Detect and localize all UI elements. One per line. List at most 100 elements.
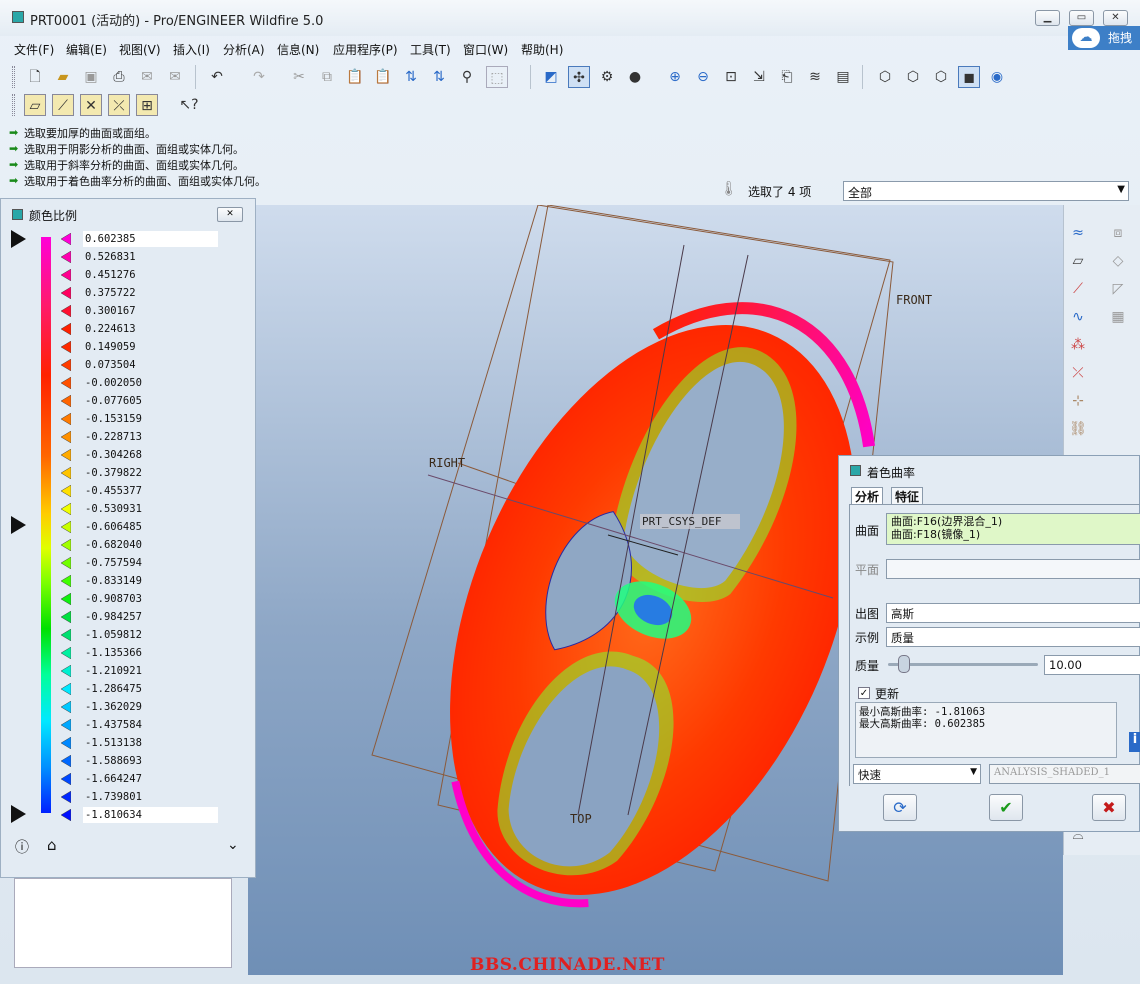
display-select[interactable]: 质量 [886, 627, 1140, 647]
csys-icon[interactable]: ⤫ [1066, 361, 1090, 385]
scale-pointer-middle[interactable] [11, 516, 26, 534]
pattern-icon[interactable]: ▦ [1106, 305, 1130, 329]
update-checkbox[interactable]: ✓ [858, 687, 870, 699]
tab-feature[interactable]: 特征 [891, 487, 924, 505]
repaint-icon[interactable]: ◩ [540, 66, 562, 88]
scale-tick-marker[interactable] [61, 377, 71, 389]
scale-pointer-top[interactable] [11, 230, 26, 248]
scale-tick-marker[interactable] [61, 575, 71, 587]
scale-tick-marker[interactable] [61, 467, 71, 479]
scale-tick-marker[interactable] [61, 557, 71, 569]
scale-pointer-bottom[interactable] [11, 805, 26, 823]
spin-center-icon[interactable]: ✣ [568, 66, 590, 88]
quality-slider-thumb[interactable] [898, 655, 910, 673]
copy-icon[interactable]: ⧉ [316, 66, 338, 88]
context-help-icon[interactable]: ↖? [178, 94, 200, 116]
scale-close-button[interactable]: ✕ [217, 207, 243, 222]
quality-value-input[interactable]: 10.00 [1044, 655, 1140, 675]
selection-filter-dropdown[interactable]: 全部 ▼ [843, 181, 1129, 201]
scale-tick-marker[interactable] [61, 323, 71, 335]
paste-icon[interactable]: 📋 [344, 66, 366, 88]
new-file-icon[interactable]: 🗋 [24, 66, 46, 88]
undo-icon[interactable]: ↶ [206, 66, 228, 88]
datum-axis-icon[interactable]: ⟋ [1066, 277, 1090, 301]
plane-collector[interactable] [886, 559, 1140, 579]
datum-axis-display-icon[interactable]: ⟋ [52, 94, 74, 116]
scale-tick-marker[interactable] [61, 701, 71, 713]
annotation-display-icon[interactable]: ⊞ [136, 94, 158, 116]
scale-value[interactable]: -1.810634 [83, 807, 218, 823]
quality-slider-track[interactable] [888, 663, 1038, 666]
scale-tick-marker[interactable] [61, 485, 71, 497]
wireframe-icon[interactable]: ⬡ [874, 66, 896, 88]
menu-analysis[interactable]: 分析(A) [223, 41, 265, 58]
scale-tick-marker[interactable] [61, 359, 71, 371]
zoom-out-icon[interactable]: ⊖ [692, 66, 714, 88]
info-icon[interactable]: i [1129, 732, 1140, 752]
scale-tick-marker[interactable] [61, 305, 71, 317]
cut-icon[interactable]: ✂ [288, 66, 310, 88]
scale-tick-marker[interactable] [61, 233, 71, 245]
menu-insert[interactable]: 插入(I) [173, 41, 210, 58]
recompute-button[interactable]: ⟳ [883, 794, 917, 821]
zoom-in-icon[interactable]: ⊕ [664, 66, 686, 88]
mail-attach-icon[interactable]: ✉ [164, 66, 186, 88]
menu-window[interactable]: 窗口(W) [463, 41, 508, 58]
csys-display-icon[interactable]: ⤫ [108, 94, 130, 116]
compute-mode-select[interactable]: 快速 ▼ [853, 764, 981, 784]
print-icon[interactable]: ⎙ [108, 66, 130, 88]
tab-analysis[interactable]: 分析 [851, 487, 884, 505]
scale-tick-marker[interactable] [61, 629, 71, 641]
menu-edit[interactable]: 编辑(E) [66, 41, 107, 58]
home-icon[interactable]: ⌂ [47, 836, 57, 854]
scale-tick-marker[interactable] [61, 719, 71, 731]
chevron-down-icon[interactable]: ⌄ [227, 837, 239, 853]
scale-tick-marker[interactable] [61, 413, 71, 425]
send-mail-icon[interactable]: ✉ [136, 66, 158, 88]
scale-tick-marker[interactable] [61, 269, 71, 281]
scale-value[interactable]: 0.602385 [83, 231, 218, 247]
datum-curve-icon[interactable]: ∿ [1066, 305, 1090, 329]
save-icon[interactable]: ▣ [80, 66, 102, 88]
appearance-ball-icon[interactable]: ● [624, 66, 646, 88]
surface-item[interactable]: 曲面:F18(镜像_1) [891, 528, 1140, 541]
scale-tick-marker[interactable] [61, 791, 71, 803]
open-folder-icon[interactable]: ▰ [52, 66, 74, 88]
surface-collector[interactable]: 曲面:F16(边界混合_1) 曲面:F18(镜像_1) [886, 513, 1140, 545]
scale-tick-marker[interactable] [61, 341, 71, 353]
layers-icon[interactable]: ≋ [804, 66, 826, 88]
refit-icon[interactable]: ⊡ [720, 66, 742, 88]
reorient-icon[interactable]: ⇲ [748, 66, 770, 88]
mirror-icon[interactable]: ⧈ [1106, 221, 1130, 245]
shading-icon[interactable]: ◼ [958, 66, 980, 88]
find-icon[interactable]: ⚲ [456, 66, 478, 88]
menu-info[interactable]: 信息(N) [277, 41, 319, 58]
menu-tools[interactable]: 工具(T) [410, 41, 451, 58]
view-manager-icon[interactable]: ▤ [832, 66, 854, 88]
scale-tick-marker[interactable] [61, 287, 71, 299]
scale-tick-marker[interactable] [61, 521, 71, 533]
scale-tick-marker[interactable] [61, 683, 71, 695]
maximize-button[interactable]: ▭ [1069, 10, 1094, 26]
saved-views-icon[interactable]: ⎗ [776, 66, 798, 88]
datum-point-display-icon[interactable]: ✕ [80, 94, 102, 116]
scale-tick-marker[interactable] [61, 251, 71, 263]
link-icon[interactable]: ⛓ [1066, 417, 1090, 441]
scale-tick-marker[interactable] [61, 647, 71, 659]
scale-tick-marker[interactable] [61, 773, 71, 785]
datum-plane-display-icon[interactable]: ▱ [24, 94, 46, 116]
scale-tick-marker[interactable] [61, 809, 71, 821]
menu-view[interactable]: 视图(V) [119, 41, 161, 58]
toolbar-grip[interactable] [12, 94, 15, 116]
merge-icon[interactable]: ◇ [1106, 249, 1130, 273]
scale-tick-marker[interactable] [61, 431, 71, 443]
datum-plane-icon[interactable]: ▱ [1066, 249, 1090, 273]
select-box-icon[interactable]: ⬚ [486, 66, 508, 88]
analysis-name-field[interactable]: ANALYSIS_SHADED_1 [989, 764, 1140, 784]
surface-item[interactable]: 曲面:F16(边界混合_1) [891, 515, 1140, 528]
output-select[interactable]: 高斯 [886, 603, 1140, 623]
trim-icon[interactable]: ◸ [1106, 277, 1130, 301]
redo-icon[interactable]: ↷ [248, 66, 270, 88]
datum-point-icon[interactable]: ⁂ [1066, 333, 1090, 357]
scale-tick-marker[interactable] [61, 737, 71, 749]
